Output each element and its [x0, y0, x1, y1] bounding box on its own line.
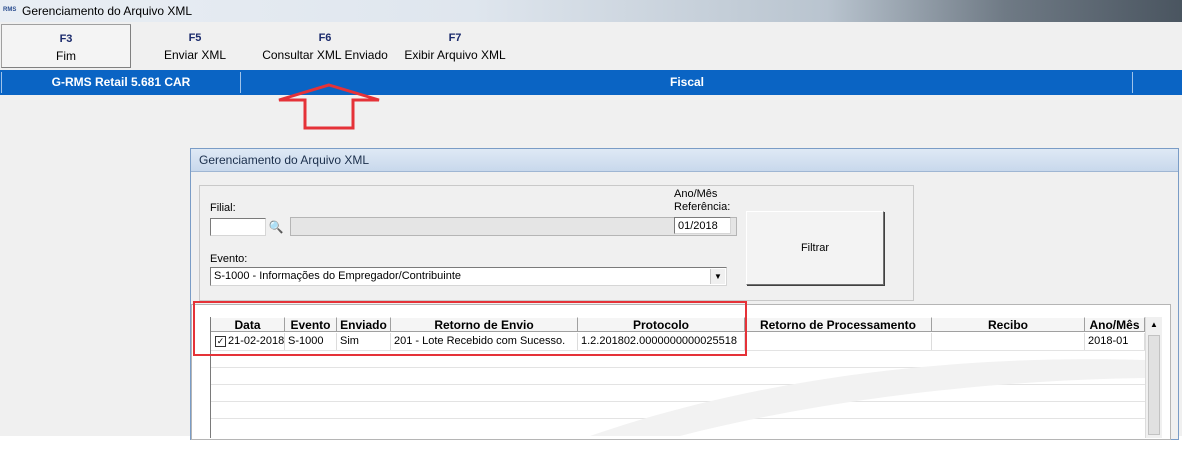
consultar-xml-enviado-button[interactable]: F6 Consultar XML Enviado	[258, 24, 392, 66]
filial-label: Filial:	[210, 202, 236, 214]
consultar-xml-key: F6	[318, 32, 332, 44]
binoculars-icon[interactable]: 🔍	[266, 218, 286, 236]
ano-mes-input[interactable]: 01/2018	[674, 217, 731, 234]
row-recibo	[932, 333, 1085, 350]
grid-scrollbar[interactable]: ▲	[1145, 317, 1162, 438]
function-toolbar: F3 Fim F5 Enviar XML F6 Consultar XML En…	[0, 22, 1182, 70]
fim-button[interactable]: F3 Fim	[1, 24, 131, 68]
filtrar-button[interactable]: Filtrar	[746, 211, 884, 285]
exibir-arquivo-key: F7	[448, 32, 462, 44]
col-header-ano-mes[interactable]: Ano/Mês	[1085, 317, 1145, 332]
background-watermark	[590, 359, 1145, 436]
enviar-xml-label: Enviar XML	[163, 48, 227, 62]
enviar-xml-button[interactable]: F5 Enviar XML	[150, 24, 240, 66]
scroll-up-icon[interactable]: ▲	[1146, 317, 1162, 333]
col-header-retorno-processamento[interactable]: Retorno de Processamento	[745, 317, 932, 332]
exibir-arquivo-xml-button[interactable]: F7 Exibir Arquivo XML	[400, 24, 510, 66]
evento-select[interactable]: S-1000 - Informações do Empregador/Contr…	[210, 267, 727, 286]
enviar-xml-key: F5	[188, 32, 202, 44]
evento-selected-value: S-1000 - Informações do Empregador/Contr…	[214, 270, 462, 282]
module-status-bar: G-RMS Retail 5.681 CAR Fiscal	[0, 70, 1182, 95]
ano-mes-label: Ano/Mês	[674, 188, 718, 200]
row-retorno-processamento	[745, 333, 932, 350]
app-icon: RMS	[3, 7, 17, 13]
fim-key: F3	[59, 33, 73, 45]
dialog-title-bar: Gerenciamento do Arquivo XML	[191, 149, 1178, 172]
window-title-bar: RMS Gerenciamento do Arquivo XML	[0, 0, 1182, 22]
col-header-recibo[interactable]: Recibo	[932, 317, 1085, 332]
filial-name-field	[290, 217, 737, 236]
fim-label: Fim	[56, 49, 76, 63]
scroll-thumb[interactable]	[1148, 335, 1160, 435]
filial-input[interactable]	[210, 218, 266, 236]
consultar-xml-label: Consultar XML Enviado	[262, 48, 388, 62]
evento-label: Evento:	[210, 253, 248, 265]
window-title: Gerenciamento do Arquivo XML	[22, 4, 193, 18]
referencia-label: Referência:	[674, 201, 731, 213]
row-ano-mes: 2018-01	[1085, 333, 1145, 350]
highlight-annotation-box	[193, 301, 747, 356]
dialog-title: Gerenciamento do Arquivo XML	[199, 153, 370, 167]
exibir-arquivo-label: Exibir Arquivo XML	[404, 48, 506, 62]
chevron-down-icon[interactable]: ▼	[710, 269, 725, 284]
arrow-up-annotation-icon	[278, 83, 380, 130]
app-version: G-RMS Retail 5.681 CAR	[1, 72, 241, 93]
